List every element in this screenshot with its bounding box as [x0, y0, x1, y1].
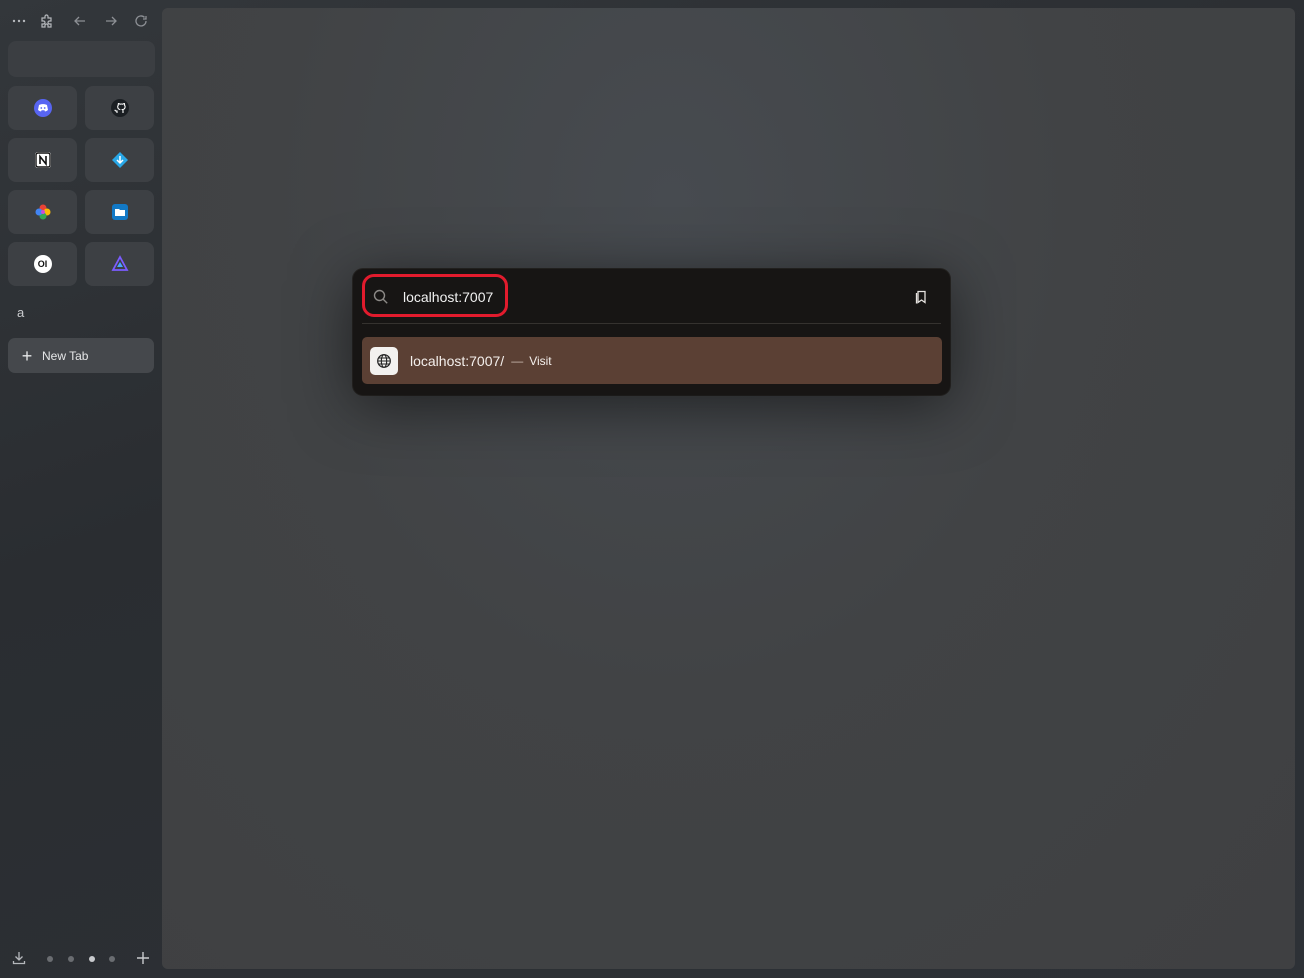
github-icon	[110, 99, 129, 117]
command-palette: localhost:7007 localhost:7007/ — Visit	[353, 269, 950, 395]
space-label: a	[17, 305, 25, 320]
pinned-tab-files[interactable]	[85, 190, 154, 234]
download-icon[interactable]	[11, 950, 29, 968]
space-dot[interactable]	[109, 956, 115, 962]
search-row[interactable]: localhost:7007	[353, 269, 950, 324]
arrow-right-icon[interactable]	[98, 6, 124, 36]
discord-icon	[33, 99, 52, 117]
globe-icon	[370, 346, 398, 375]
browser-window: OI a + New Tab localhost:7007 localhost:…	[0, 0, 1304, 978]
divider	[362, 323, 941, 324]
space-dot-active[interactable]	[89, 956, 95, 962]
suggestion-url: localhost:7007/	[410, 352, 505, 369]
suggestion-separator: —	[511, 353, 524, 368]
new-tab-button[interactable]: + New Tab	[8, 338, 154, 373]
space-dot[interactable]	[47, 956, 53, 962]
notion-icon	[34, 152, 51, 168]
suggestion-action: Visit	[529, 353, 552, 368]
folder-icon	[111, 204, 128, 220]
pinned-tab-openwebui[interactable]: OI	[8, 242, 77, 286]
suggestion-item[interactable]: localhost:7007/ — Visit	[362, 337, 942, 384]
puzzle-icon[interactable]	[34, 6, 60, 36]
pinwheel-icon	[34, 203, 52, 221]
new-tab-label: New Tab	[42, 348, 89, 363]
sidebar-bottom-bar	[0, 945, 162, 973]
pinned-tab-blue-app[interactable]	[85, 138, 154, 182]
address-bar[interactable]	[8, 41, 155, 77]
pinned-tab-discord[interactable]	[8, 86, 77, 130]
oi-icon: OI	[33, 255, 52, 273]
arrow-left-icon[interactable]	[67, 6, 93, 36]
more-horizontal-icon[interactable]	[6, 6, 32, 36]
triangle-icon	[110, 255, 129, 273]
pinned-tab-triangle-app[interactable]	[85, 242, 154, 286]
pinned-tab-photos[interactable]	[8, 190, 77, 234]
blue-app-icon	[111, 151, 129, 169]
pinned-tab-notion[interactable]	[8, 138, 77, 182]
bookmark-icon[interactable]	[910, 286, 932, 308]
plus-icon: +	[21, 345, 33, 366]
content-area	[162, 8, 1295, 969]
pinned-tab-github[interactable]	[85, 86, 154, 130]
sidebar-toolbar	[0, 6, 162, 36]
reload-icon[interactable]	[128, 6, 154, 36]
add-space-icon[interactable]	[135, 950, 153, 968]
space-dot[interactable]	[68, 956, 74, 962]
annotation-highlight	[362, 274, 508, 317]
sidebar: OI a + New Tab	[0, 0, 162, 978]
